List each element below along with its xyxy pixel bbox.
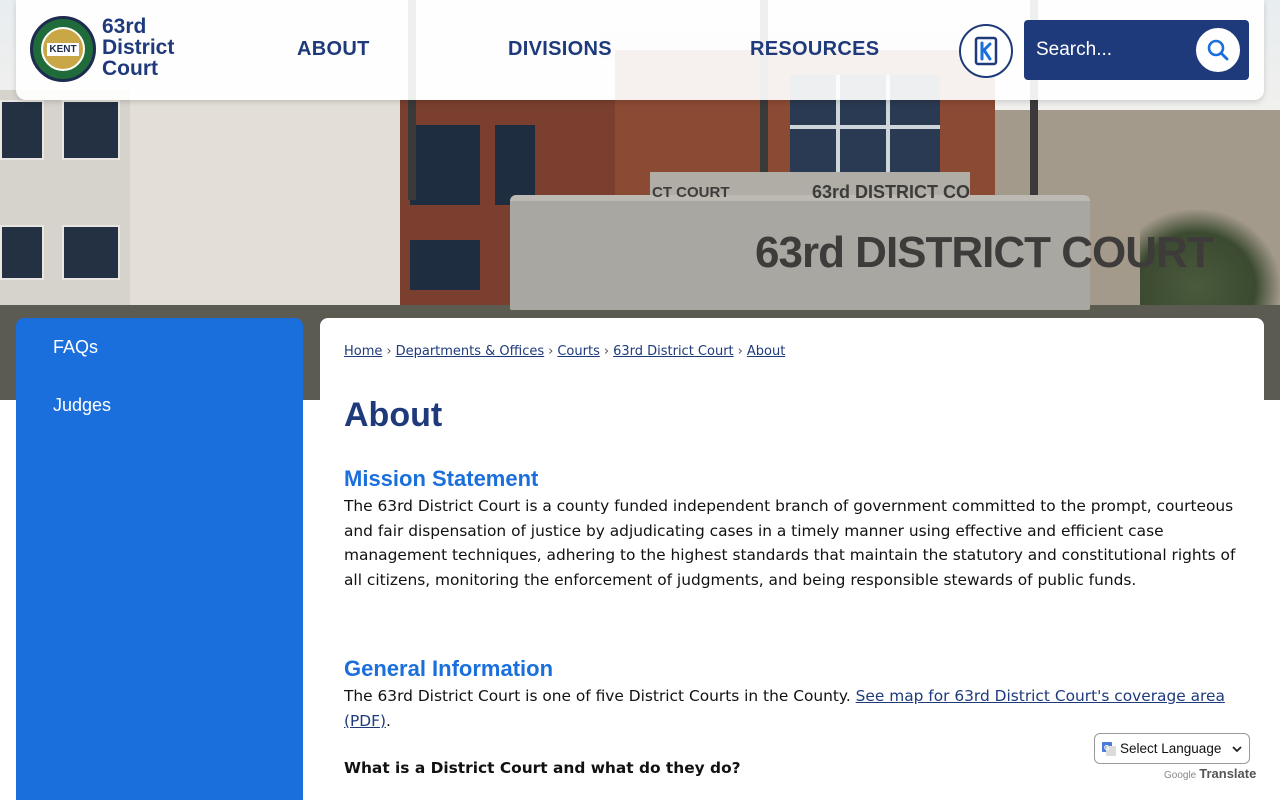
main-content: Home › Departments & Offices › Courts › 63rd D… <box>320 318 1264 800</box>
hero-window <box>410 240 480 290</box>
svg-text:G: G <box>1104 745 1110 752</box>
nav-resources[interactable]: RESOURCES <box>750 38 879 61</box>
hero-sign-text: 63rd DISTRICT COURT <box>755 228 1214 277</box>
google-translate-icon: G <box>1102 741 1116 756</box>
breadcrumb-separator: › <box>737 344 743 359</box>
nav-about[interactable]: ABOUT <box>297 38 370 61</box>
language-select[interactable]: G Select Language <box>1094 733 1250 764</box>
breadcrumb-separator: › <box>386 344 392 359</box>
site-header: KENT 63rd District Court ABOUT DIVISIONS… <box>16 0 1264 100</box>
hero-window <box>0 100 44 160</box>
hero-window <box>410 125 480 205</box>
hero-sign-text-small-2: CT COURT <box>652 184 730 201</box>
general-info-end: . <box>386 711 391 730</box>
logo-line: 63rd <box>102 15 147 38</box>
breadcrumb: Home › Departments & Offices › Courts › 63rd D… <box>344 344 785 359</box>
language-select-label: Select Language <box>1120 741 1222 756</box>
sidebar-item-judges[interactable]: Judges <box>53 395 111 416</box>
translate-link[interactable]: Translate <box>1199 766 1256 781</box>
page-title: About <box>344 396 443 434</box>
district-court-question: What is a District Court and what do the… <box>344 759 741 777</box>
hero-window <box>62 100 120 160</box>
mission-heading: Mission Statement <box>344 466 539 491</box>
seal-text: KENT <box>47 42 79 56</box>
breadcrumb-63rd-district-court[interactable]: 63rd District Court <box>613 344 734 359</box>
hero-window <box>62 225 120 280</box>
logo-line: District <box>102 36 175 59</box>
mission-text: The 63rd District Court is a county fund… <box>344 497 1236 589</box>
search-input[interactable] <box>1036 34 1186 66</box>
general-info-text: The 63rd District Court is one of five D… <box>344 684 1244 733</box>
hero-building-left <box>0 90 130 320</box>
hero-building-main <box>130 100 400 320</box>
breadcrumb-home[interactable]: Home <box>344 344 382 359</box>
google-label: Google <box>1164 770 1197 781</box>
breadcrumb-courts[interactable]: Courts <box>557 344 600 359</box>
county-seal-logo[interactable]: KENT <box>30 16 96 82</box>
breadcrumb-separator: › <box>548 344 554 359</box>
k-portal-icon[interactable] <box>959 24 1013 78</box>
logo-line: Court <box>102 57 158 80</box>
hero-window <box>495 125 535 205</box>
general-info-heading: General Information <box>344 656 554 681</box>
seal-inner: KENT <box>41 27 85 71</box>
general-info-sentence: The 63rd District Court is one of five D… <box>344 687 856 705</box>
breadcrumb-about[interactable]: About <box>747 344 785 359</box>
chevron-down-icon <box>1232 746 1242 753</box>
sidebar: FAQs Judges <box>16 318 303 800</box>
breadcrumb-departments[interactable]: Departments & Offices <box>396 344 545 359</box>
search-box <box>1024 20 1249 80</box>
search-icon <box>1207 39 1229 61</box>
sidebar-item-faqs[interactable]: FAQs <box>53 337 98 358</box>
search-button[interactable] <box>1194 26 1242 74</box>
nav-divisions[interactable]: DIVISIONS <box>508 38 612 61</box>
hero-window <box>0 225 44 280</box>
breadcrumb-separator: › <box>603 344 610 359</box>
hero-sign-text-small: 63rd DISTRICT CO <box>812 182 971 202</box>
powered-by-google: Google Translate <box>1164 766 1256 781</box>
site-logo-text[interactable]: 63rd District Court <box>102 16 174 79</box>
